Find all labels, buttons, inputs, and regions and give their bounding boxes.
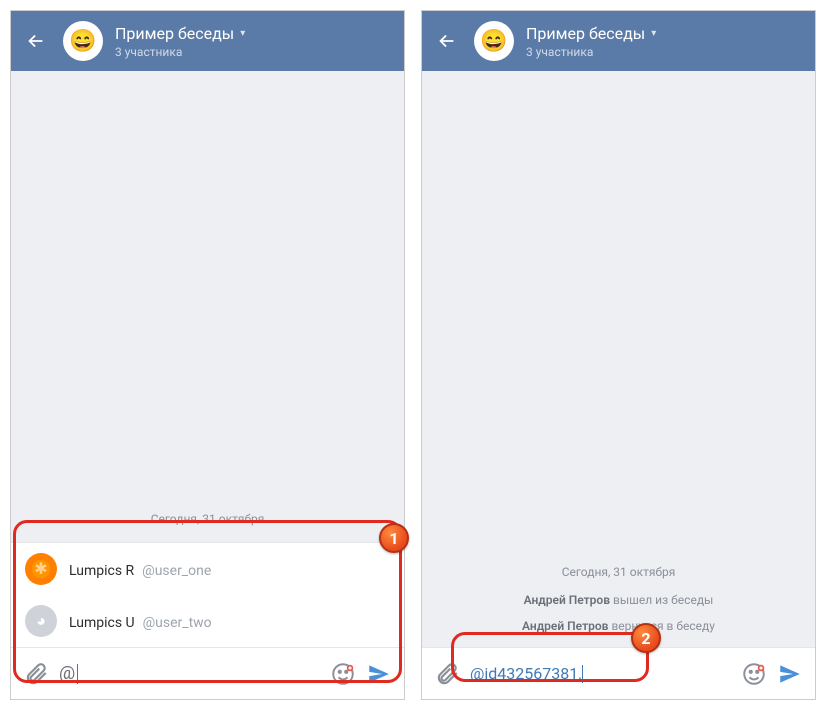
chat-body[interactable]: Сегодня, 31 октября: [11, 71, 404, 542]
system-actor: Андрей Петров: [524, 593, 610, 607]
chat-subtitle: 3 участника: [115, 45, 390, 59]
chat-header: 😄 Пример беседы ▾ 3 участника: [422, 11, 815, 71]
chevron-down-icon: ▾: [651, 28, 656, 39]
suggestion-avatar: [25, 553, 57, 585]
date-divider: Сегодня, 31 октября: [422, 565, 815, 579]
message-input-bar: @id432567381,: [422, 647, 815, 699]
system-message: Андрей Петров вышел из беседы: [422, 593, 815, 607]
system-actor: Андрей Петров: [522, 619, 608, 633]
chat-body[interactable]: Сегодня, 31 октября Андрей Петров вышел …: [422, 71, 815, 647]
date-divider: Сегодня, 31 октября: [11, 512, 404, 526]
suggestion-row[interactable]: Lumpics U @user_two: [11, 595, 404, 647]
paperclip-icon[interactable]: [434, 661, 460, 687]
message-input-bar: @: [11, 647, 404, 699]
input-text: @id432567381,: [470, 664, 581, 683]
left-phone-screen: 😄 Пример беседы ▾ 3 участника Сегодня, 3…: [10, 10, 405, 700]
chat-title[interactable]: Пример беседы ▾: [526, 24, 801, 43]
chat-avatar[interactable]: 😄: [63, 21, 103, 61]
paperclip-icon[interactable]: [23, 661, 49, 687]
right-phone-screen: 😄 Пример беседы ▾ 3 участника Сегодня, 3…: [421, 10, 816, 700]
mention-suggestions: Lumpics R @user_one Lumpics U @user_two: [11, 542, 404, 647]
suggestion-name: Lumpics U: [69, 615, 135, 631]
chevron-down-icon: ▾: [240, 28, 245, 39]
annotation-badge: 2: [631, 623, 661, 653]
chat-title-text: Пример беседы: [526, 24, 645, 43]
send-icon[interactable]: [366, 661, 392, 687]
chat-title-text: Пример беседы: [115, 24, 234, 43]
suggestion-row[interactable]: Lumpics R @user_one: [11, 543, 404, 595]
system-text: вышел из беседы: [610, 593, 713, 607]
message-input[interactable]: @: [59, 663, 320, 684]
message-input[interactable]: @id432567381,: [470, 664, 731, 683]
send-icon[interactable]: [777, 661, 803, 687]
smiley-icon[interactable]: [741, 661, 767, 687]
chat-title[interactable]: Пример беседы ▾: [115, 24, 390, 43]
chat-subtitle: 3 участника: [526, 45, 801, 59]
suggestion-avatar: [25, 605, 57, 637]
chat-header: 😄 Пример беседы ▾ 3 участника: [11, 11, 404, 71]
smiley-icon[interactable]: [330, 661, 356, 687]
suggestion-name: Lumpics R: [69, 563, 134, 579]
back-arrow-icon[interactable]: [436, 30, 458, 52]
suggestion-handle: @user_two: [143, 615, 212, 631]
chat-avatar[interactable]: 😄: [474, 21, 514, 61]
back-arrow-icon[interactable]: [25, 30, 47, 52]
input-text: @: [59, 663, 75, 684]
annotation-badge: 1: [379, 523, 409, 553]
system-message: Андрей Петров вернулся в беседу: [422, 619, 815, 633]
system-text: вернулся в беседу: [608, 619, 714, 633]
suggestion-handle: @user_one: [142, 563, 211, 579]
